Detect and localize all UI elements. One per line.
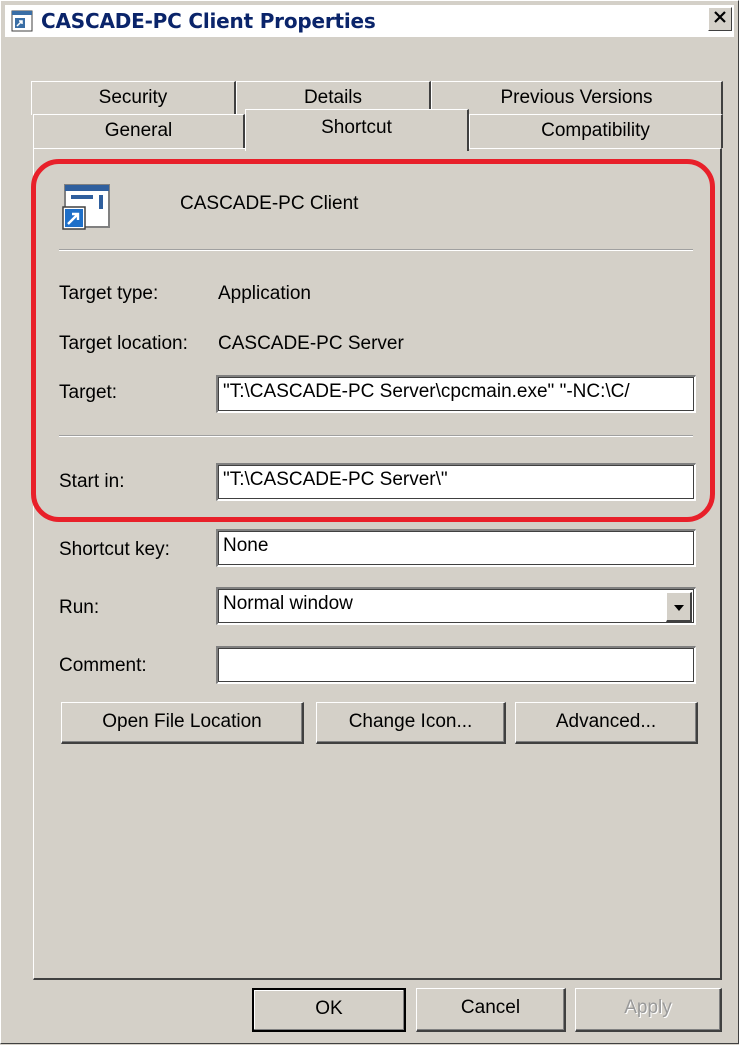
target-type-value: Application: [218, 283, 311, 304]
advanced-button[interactable]: Advanced...: [515, 702, 698, 744]
target-label: Target:: [59, 382, 118, 403]
target-type-label: Target type:: [59, 283, 159, 304]
run-select[interactable]: Normal window: [216, 587, 696, 625]
cancel-button[interactable]: Cancel: [416, 988, 566, 1032]
ok-button[interactable]: OK: [252, 988, 406, 1032]
chevron-down-icon: [673, 596, 685, 618]
shortcut-key-field[interactable]: None: [216, 529, 696, 567]
separator: [59, 435, 693, 437]
separator: [59, 249, 693, 251]
target-location-value: CASCADE-PC Server: [218, 333, 404, 354]
shortcut-app-icon: [59, 181, 115, 233]
run-select-value: Normal window: [223, 593, 353, 614]
target-field[interactable]: "T:\CASCADE-PC Server\cpcmain.exe" "-NC:…: [216, 375, 696, 413]
run-label: Run:: [59, 597, 100, 618]
apply-button[interactable]: Apply: [575, 988, 722, 1032]
shortcut-name: CASCADE-PC Client: [180, 193, 359, 214]
start-in-label: Start in:: [59, 471, 125, 492]
dropdown-button[interactable]: [666, 592, 692, 622]
start-in-field[interactable]: "T:\CASCADE-PC Server\": [216, 463, 696, 501]
target-location-label: Target location:: [59, 333, 188, 354]
properties-dialog: CASCADE-PC Client Properties Security De…: [0, 0, 739, 1044]
change-icon-button[interactable]: Change Icon...: [316, 702, 506, 744]
comment-field[interactable]: [216, 646, 696, 684]
open-file-location-button[interactable]: Open File Location: [61, 702, 304, 744]
shortcut-key-label: Shortcut key:: [59, 539, 170, 560]
comment-label: Comment:: [59, 655, 147, 676]
